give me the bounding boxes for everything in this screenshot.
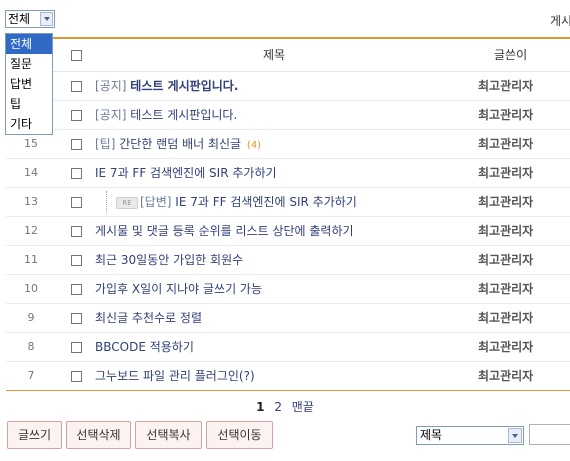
search-input[interactable] (529, 424, 570, 445)
table-row: 10 가입후 X일이 지나야 글쓰기 가능 최고관리자 (6, 275, 570, 304)
column-author[interactable]: 글쓴이 (494, 39, 527, 71)
post-title: 게시물 및 댓글 등록 순위를 리스트 상단에 출력하기 (95, 224, 354, 238)
row-checkbox[interactable] (71, 226, 82, 237)
post-title: 테스트 게시판입니다. (130, 79, 239, 93)
chevron-down-icon[interactable] (40, 12, 53, 26)
post-author[interactable]: 최고관리자 (478, 275, 533, 303)
row-number: 14 (24, 166, 38, 179)
row-number: 9 (27, 311, 35, 324)
post-title-link[interactable]: [공지] 테스트 게시판입니다. (95, 72, 238, 100)
copy-selected-button[interactable]: 선택복사 (135, 421, 202, 449)
row-checkbox[interactable] (71, 81, 82, 92)
post-author[interactable]: 최고관리자 (478, 130, 533, 158)
post-title: IE 7과 FF 검색엔진에 SIR 추가하기 (175, 195, 357, 209)
row-checkbox[interactable] (71, 313, 82, 324)
table-row: 7 그누보드 파일 관리 플러그인(?) 최고관리자 (6, 362, 570, 390)
table-row: 12 게시물 및 댓글 등록 순위를 리스트 상단에 출력하기 최고관리자 (6, 217, 570, 246)
column-subject[interactable]: 제목 (263, 39, 285, 71)
post-title-link[interactable]: BBCODE 적용하기 (95, 333, 194, 361)
category-option-tip[interactable]: 팁 (6, 94, 52, 114)
post-author[interactable]: 최고관리자 (478, 72, 533, 100)
post-author[interactable]: 최고관리자 (478, 159, 533, 187)
category-option-etc[interactable]: 기타 (6, 114, 52, 134)
post-title-link[interactable]: IE 7과 FF 검색엔진에 SIR 추가하기 (95, 159, 277, 187)
post-title: 그누보드 파일 관리 플러그인(?) (95, 369, 255, 383)
table-row: 14 IE 7과 FF 검색엔진에 SIR 추가하기 최고관리자 (6, 159, 570, 188)
table-row: [공지] 테스트 게시판입니다. 최고관리자 (6, 72, 570, 101)
row-checkbox[interactable] (71, 284, 82, 295)
category-select[interactable]: 전체 (5, 10, 55, 28)
row-checkbox[interactable] (71, 197, 82, 208)
post-title: 간단한 랜덤 배너 최신글 (119, 137, 242, 151)
comment-count[interactable]: (4) (247, 140, 261, 151)
post-title-link[interactable]: 최근 30일동안 가입한 회원수 (95, 246, 243, 274)
page-link-2[interactable]: 2 (274, 400, 282, 414)
reply-indent-line (106, 191, 108, 213)
category-prefix: [답변] (140, 195, 172, 209)
post-author[interactable]: 최고관리자 (478, 101, 533, 129)
post-author[interactable]: 최고관리자 (478, 246, 533, 274)
page-last-link[interactable]: 맨끝 (292, 400, 314, 414)
post-title: 테스트 게시판입니다. (130, 108, 238, 122)
category-dropdown-list: 전체 질문 답변 팁 기타 (5, 33, 53, 135)
post-title-link[interactable]: [팁] 간단한 랜덤 배너 최신글 (4) (95, 130, 261, 160)
post-title-link[interactable]: 가입후 X일이 지나야 글쓰기 가능 (95, 275, 262, 303)
row-checkbox[interactable] (71, 342, 82, 353)
post-author[interactable]: 최고관리자 (478, 362, 533, 390)
post-title: 최근 30일동안 가입한 회원수 (95, 253, 244, 267)
table-row: 11 최근 30일동안 가입한 회원수 최고관리자 (6, 246, 570, 275)
board-total-label: 게시 (550, 14, 570, 28)
search-field-select[interactable]: 제목 (416, 426, 524, 445)
post-title-link[interactable]: 최신글 추천수로 정렬 (95, 304, 202, 332)
table-row: [공지] 테스트 게시판입니다. 최고관리자 (6, 101, 570, 130)
chevron-down-icon[interactable] (508, 428, 522, 443)
category-option-answer[interactable]: 답변 (6, 74, 52, 94)
post-author[interactable]: 최고관리자 (478, 217, 533, 245)
table-row: 9 최신글 추천수로 정렬 최고관리자 (6, 304, 570, 333)
table-row: 13 RE [답변] IE 7과 FF 검색엔진에 SIR 추가하기 최고관리자 (6, 188, 570, 217)
delete-selected-button[interactable]: 선택삭제 (66, 421, 131, 449)
row-checkbox[interactable] (71, 110, 82, 121)
page-current: 1 (256, 400, 265, 414)
select-all-checkbox[interactable] (71, 50, 82, 61)
pagination: 1 2 맨끝 (0, 398, 570, 415)
row-checkbox[interactable] (71, 255, 82, 266)
post-author[interactable]: 최고관리자 (478, 304, 533, 332)
row-number: 13 (24, 195, 38, 208)
category-option-all[interactable]: 전체 (6, 34, 52, 54)
table-row: 8 BBCODE 적용하기 최고관리자 (6, 333, 570, 362)
post-title-link[interactable]: [공지] 테스트 게시판입니다. (95, 101, 237, 129)
post-author[interactable]: 최고관리자 (478, 333, 533, 361)
post-title: IE 7과 FF 검색엔진에 SIR 추가하기 (95, 166, 277, 180)
board-table: 제목 글쓴이 [공지] 테스트 게시판입니다. 최고관리자 [공지] 테스트 게… (6, 37, 570, 391)
table-row: 15 [팁] 간단한 랜덤 배너 최신글 (4) 최고관리자 (6, 130, 570, 159)
row-number: 12 (24, 224, 38, 237)
post-title: 최신글 추천수로 정렬 (95, 311, 202, 325)
post-title: BBCODE 적용하기 (95, 340, 194, 354)
category-prefix: [팁] (95, 137, 116, 151)
category-option-question[interactable]: 질문 (6, 54, 52, 74)
post-title: 가입후 X일이 지나야 글쓰기 가능 (95, 282, 262, 296)
row-checkbox[interactable] (71, 168, 82, 179)
row-number: 10 (24, 282, 38, 295)
table-header: 제목 글쓴이 (6, 37, 570, 72)
category-prefix: [공지] (95, 108, 127, 122)
move-selected-button[interactable]: 선택이동 (206, 421, 273, 449)
post-author[interactable]: 최고관리자 (478, 188, 533, 216)
post-title-link[interactable]: RE [답변] IE 7과 FF 검색엔진에 SIR 추가하기 (116, 188, 357, 216)
table-bottom-border (6, 390, 570, 391)
row-checkbox[interactable] (71, 139, 82, 150)
search-field-value: 제목 (420, 428, 443, 442)
row-number: 11 (24, 253, 38, 266)
category-prefix: [공지] (95, 79, 127, 93)
post-title-link[interactable]: 그누보드 파일 관리 플러그인(?) (95, 362, 255, 390)
write-button[interactable]: 글쓰기 (7, 421, 62, 449)
post-title-link[interactable]: 게시물 및 댓글 등록 순위를 리스트 상단에 출력하기 (95, 217, 354, 245)
row-checkbox[interactable] (71, 371, 82, 382)
reply-icon: RE (116, 196, 138, 209)
category-select-value: 전체 (8, 12, 31, 26)
row-number: 7 (27, 369, 35, 382)
row-number: 8 (27, 340, 35, 353)
